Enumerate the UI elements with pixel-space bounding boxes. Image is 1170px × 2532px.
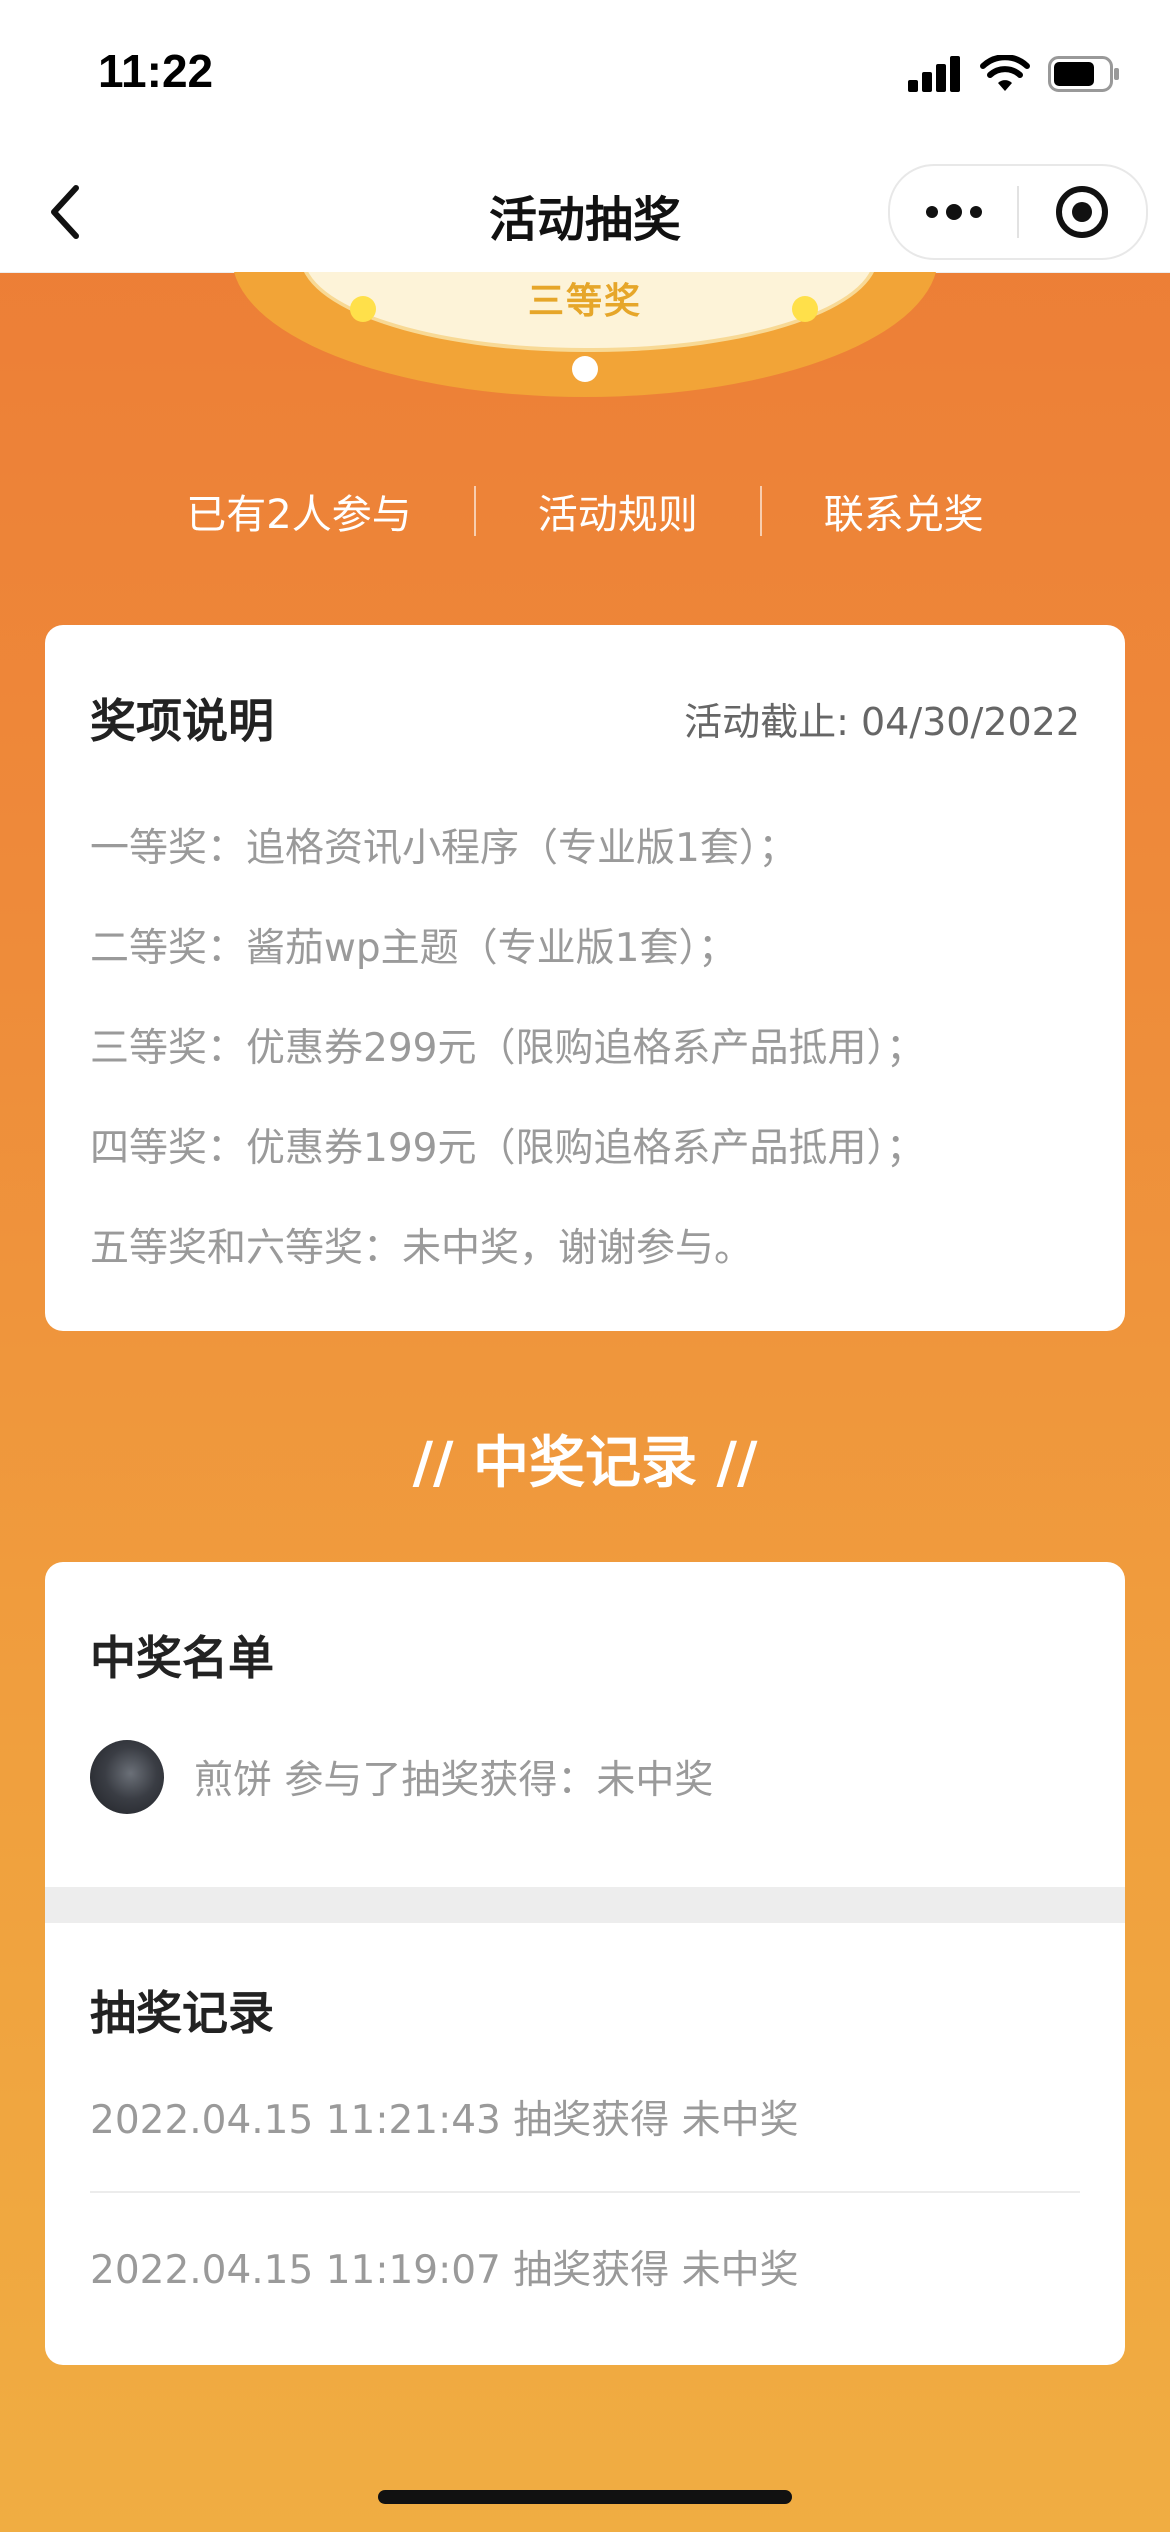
prize-item: 三等奖：优惠券299元（限购追格系产品抵用）； [90, 1026, 925, 1071]
home-indicator[interactable] [378, 2490, 792, 2504]
prize-card-title: 奖项说明 [90, 694, 274, 748]
prize-item: 五等奖和六等奖：未中奖，谢谢参与。 [90, 1226, 754, 1271]
draw-history-title: 抽奖记录 [90, 1986, 274, 2040]
draw-record-row: 2022.04.15 11:21:43 抽奖获得 未中奖 [90, 2043, 1080, 2193]
rules-link[interactable]: 活动规则 [476, 482, 760, 540]
prize-description-card: 奖项说明 活动截止: 04/30/2022 一等奖：追格资讯小程序（专业版1套）… [45, 625, 1125, 1331]
wheel-prize-label: 三等奖 [527, 281, 642, 322]
participants-link[interactable]: 已有2人参与 [124, 482, 473, 540]
draw-history: 抽奖记录 2022.04.15 11:21:43 抽奖获得 未中奖 2022.0… [45, 1923, 1125, 2341]
target-close-icon [1056, 186, 1109, 238]
prize-item: 一等奖：追格资讯小程序（专业版1套）； [90, 826, 798, 871]
miniprogram-capsule [888, 164, 1148, 260]
contact-redeem-link[interactable]: 联系兑奖 [762, 482, 1046, 540]
wheel-light [350, 296, 376, 322]
lottery-wheel[interactable]: 三等奖 [0, 272, 1170, 412]
more-dots-icon [925, 204, 982, 220]
winner-list-title: 中奖名单 [90, 1631, 274, 1685]
close-miniprogram-button[interactable] [1019, 166, 1146, 258]
cellular-signal-icon [908, 56, 960, 92]
wifi-icon [980, 55, 1030, 91]
winner-text: 煎饼 参与了抽奖获得：未中奖 [194, 1758, 714, 1803]
winner-row: 煎饼 参与了抽奖获得：未中奖 [90, 1740, 1080, 1814]
winner-list: 中奖名单 煎饼 参与了抽奖获得：未中奖 [45, 1562, 1125, 1887]
activity-deadline: 活动截止: 04/30/2022 [684, 699, 1080, 744]
records-card: 中奖名单 煎饼 参与了抽奖获得：未中奖 抽奖记录 2022.04.15 11:2… [45, 1562, 1125, 2365]
section-divider [45, 1887, 1125, 1923]
prize-item: 四等奖：优惠券199元（限购追格系产品抵用）； [90, 1126, 925, 1171]
activity-links: 已有2人参与 活动规则 联系兑奖 [0, 478, 1170, 544]
wheel-light [572, 356, 598, 382]
status-icons [908, 52, 1120, 96]
battery-icon [1048, 56, 1119, 92]
status-time: 11:22 [98, 45, 214, 97]
draw-record-text: 2022.04.15 11:19:07 抽奖获得 未中奖 [90, 2248, 799, 2293]
prize-item: 二等奖：酱茄wp主题（专业版1套）； [90, 926, 737, 971]
more-button[interactable] [890, 166, 1017, 258]
nav-bar: 活动抽奖 [0, 150, 1170, 273]
wheel-light [792, 296, 818, 322]
avatar [90, 1740, 164, 1814]
draw-record-row: 2022.04.15 11:19:07 抽奖获得 未中奖 [90, 2193, 1080, 2341]
winning-records-heading: // 中奖记录 // [412, 1431, 758, 1496]
draw-record-text: 2022.04.15 11:21:43 抽奖获得 未中奖 [90, 2098, 799, 2143]
status-bar: 11:22 [0, 0, 1170, 150]
